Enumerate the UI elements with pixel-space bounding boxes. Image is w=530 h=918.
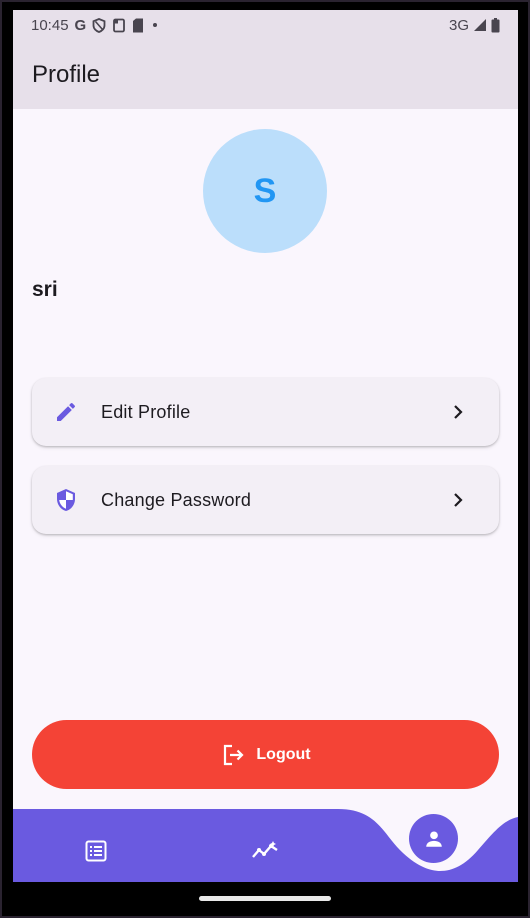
- list-icon: [84, 839, 108, 863]
- logout-icon: [220, 742, 246, 768]
- insights-icon: [251, 839, 279, 863]
- shield-icon: [92, 17, 106, 33]
- dot-icon: [150, 20, 160, 30]
- app-bar: Profile: [13, 40, 518, 109]
- logout-button[interactable]: Logout: [32, 720, 499, 789]
- status-bar: 10:45 G 3G: [13, 10, 518, 40]
- pencil-icon: [53, 399, 79, 425]
- shield-icon: [53, 487, 79, 513]
- bottom-navigation-bar: [13, 795, 518, 882]
- gesture-navigation-bar[interactable]: [199, 896, 331, 901]
- network-type: 3G: [448, 16, 469, 34]
- chevron-right-icon: [451, 491, 465, 509]
- edit-profile-label: Edit Profile: [101, 401, 191, 422]
- phone-screen: 10:45 G 3G Profile S sri Edit Profile Ch…: [13, 10, 518, 882]
- avatar: S: [203, 129, 327, 253]
- edit-profile-button[interactable]: Edit Profile: [32, 378, 499, 446]
- avatar-letter: S: [253, 171, 277, 210]
- person-icon: [423, 828, 445, 850]
- user-name: sri: [32, 278, 58, 301]
- nav-profile-button[interactable]: [409, 814, 458, 863]
- status-left: 10:45 G: [31, 17, 160, 34]
- nav-list-button[interactable]: [76, 831, 116, 871]
- change-password-label: Change Password: [101, 489, 252, 510]
- screenshot-icon: [112, 18, 126, 33]
- change-password-button[interactable]: Change Password: [32, 466, 499, 534]
- chevron-right-icon: [451, 403, 465, 421]
- signal-icon: [473, 18, 487, 32]
- status-time: 10:45: [31, 16, 69, 34]
- google-icon: G: [74, 16, 87, 34]
- page-title: Profile: [32, 60, 101, 88]
- sim-icon: [132, 18, 144, 33]
- status-right: 3G: [449, 17, 500, 34]
- battery-icon: [491, 17, 500, 33]
- nav-insights-button[interactable]: [245, 831, 285, 871]
- logout-label: Logout: [256, 745, 311, 763]
